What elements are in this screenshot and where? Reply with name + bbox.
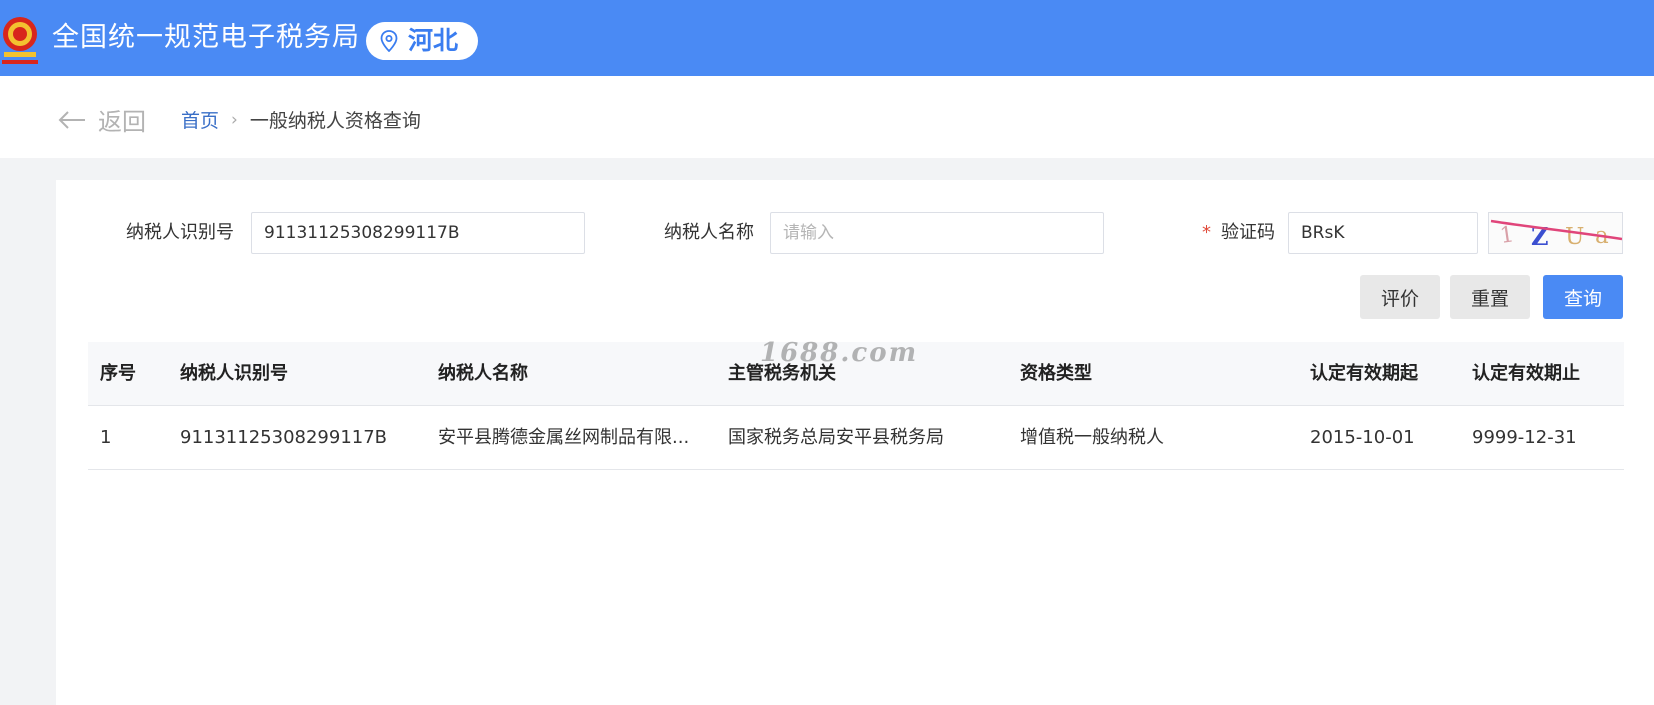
- table-row[interactable]: 1 91131125308299117B 安平县腾德金属丝网制品有限... 国家…: [88, 406, 1624, 470]
- reset-button[interactable]: 重置: [1450, 275, 1530, 319]
- watermark-text: 1688.com: [760, 338, 919, 368]
- cell-valid-to: 9999-12-31: [1472, 427, 1577, 448]
- svg-text:U: U: [1565, 224, 1584, 250]
- query-button[interactable]: 查询: [1543, 275, 1623, 319]
- column-header-index: 序号: [100, 363, 136, 384]
- navigation-bar: 返回 首页 › 一般纳税人资格查询: [0, 76, 1654, 158]
- breadcrumb: 首页 › 一般纳税人资格查询: [181, 106, 421, 133]
- cell-tax-authority: 国家税务总局安平县税务局: [728, 427, 944, 448]
- breadcrumb-home-link[interactable]: 首页: [181, 106, 219, 133]
- column-header-taxpayer-name: 纳税人名称: [438, 363, 528, 384]
- svg-text:1: 1: [1498, 222, 1515, 249]
- captcha-label-group: * 验证码: [1202, 221, 1275, 245]
- breadcrumb-current: 一般纳税人资格查询: [249, 110, 421, 132]
- region-selector[interactable]: 河北: [366, 22, 478, 60]
- required-mark: *: [1202, 222, 1211, 243]
- national-emblem-icon: [2, 17, 38, 64]
- back-label: 返回: [98, 108, 146, 136]
- column-header-valid-to: 认定有效期止: [1472, 363, 1580, 384]
- location-pin-icon: [380, 30, 398, 52]
- breadcrumb-separator: ›: [231, 109, 238, 130]
- captcha-label: 验证码: [1221, 222, 1275, 243]
- cell-taxpayer-name: 安平县腾德金属丝网制品有限...: [438, 427, 690, 448]
- region-name: 河北: [408, 26, 459, 55]
- back-button[interactable]: 返回: [58, 102, 146, 137]
- cell-valid-from: 2015-10-01: [1310, 427, 1415, 448]
- taxpayer-id-label: 纳税人识别号: [126, 222, 234, 243]
- taxpayer-id-input[interactable]: 91131125308299117B: [251, 212, 585, 254]
- cell-index: 1: [100, 427, 112, 448]
- cell-taxpayer-id: 91131125308299117B: [180, 427, 388, 448]
- captcha-image[interactable]: 1 Z U a: [1488, 212, 1623, 254]
- top-header-bar: 全国统一规范电子税务局 河北: [0, 0, 1654, 76]
- taxpayer-name-input[interactable]: 请输入: [770, 212, 1104, 254]
- evaluate-button[interactable]: 评价: [1360, 275, 1440, 319]
- column-header-taxpayer-id: 纳税人识别号: [180, 363, 288, 384]
- site-title: 全国统一规范电子税务局: [52, 22, 360, 53]
- captcha-input[interactable]: BRsK: [1288, 212, 1478, 254]
- column-header-valid-from: 认定有效期起: [1310, 363, 1418, 384]
- cell-qualification-type: 增值税一般纳税人: [1020, 427, 1164, 448]
- captcha-graphic: 1 Z U a: [1490, 219, 1622, 251]
- taxpayer-name-label: 纳税人名称: [664, 222, 754, 243]
- query-panel: 纳税人识别号 91131125308299117B 纳税人名称 请输入 * 验证码…: [56, 180, 1654, 705]
- arrow-left-icon: [58, 110, 85, 129]
- column-header-qualification-type: 资格类型: [1020, 363, 1092, 384]
